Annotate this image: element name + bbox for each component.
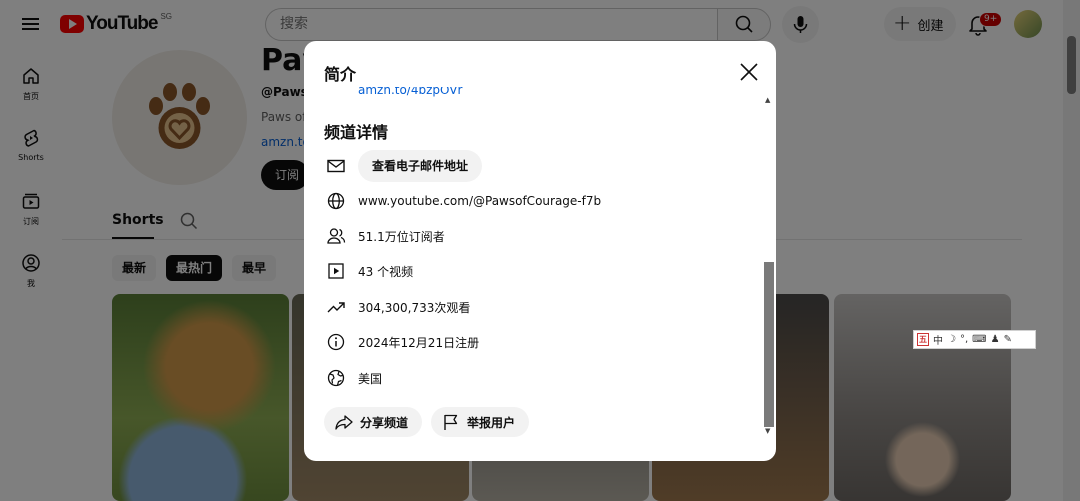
share-channel-label: 分享频道 xyxy=(360,415,409,430)
videos-row: 43 个视频 xyxy=(324,259,413,283)
dialog-scrollbar-thumb[interactable] xyxy=(764,262,774,427)
globe-icon xyxy=(324,189,348,213)
dialog-scrollbar[interactable]: ▲ ▼ xyxy=(762,96,776,451)
view-email-button[interactable]: 查看电子邮件地址 xyxy=(358,150,483,182)
channel-details-heading: 频道详情 xyxy=(324,123,389,142)
channel-url[interactable]: www.youtube.com/@PawsofCourage-f7b xyxy=(358,194,601,208)
dialog-scroll-content[interactable]: amzn.to/4bzpOVr 频道详情 查看电子邮件地址 www.youtub… xyxy=(304,87,762,457)
subscribers-row: 51.1万位订阅者 xyxy=(324,224,445,248)
report-user-button[interactable]: 举报用户 xyxy=(431,407,530,437)
moon-icon[interactable]: ☽ xyxy=(947,334,956,345)
close-button[interactable] xyxy=(738,61,760,83)
scroll-up-arrow-icon[interactable]: ▲ xyxy=(765,96,770,104)
dialog-title: 简介 xyxy=(324,65,357,84)
share-channel-button[interactable]: 分享频道 xyxy=(324,407,423,437)
trending-icon xyxy=(324,295,348,319)
flag-icon xyxy=(444,414,458,430)
country-row: 美国 xyxy=(324,366,382,390)
email-row: 查看电子邮件地址 xyxy=(324,150,483,182)
joined-date: 2024年12月21日注册 xyxy=(358,335,480,350)
share-icon xyxy=(335,415,353,430)
description-link[interactable]: amzn.to/4bzpOVr xyxy=(358,87,462,97)
ime-toolbar: 五 中 ☽ °, ⌨ ♟ ✎ xyxy=(913,330,1036,349)
country: 美国 xyxy=(358,371,383,386)
info-icon xyxy=(324,330,348,354)
views-row: 304,300,733次观看 xyxy=(324,295,470,319)
joined-row: 2024年12月21日注册 xyxy=(324,330,479,354)
video-icon xyxy=(324,259,348,283)
ime-punctuation-toggle[interactable]: °, xyxy=(960,334,968,345)
url-row: www.youtube.com/@PawsofCourage-f7b xyxy=(324,189,601,213)
close-icon xyxy=(740,63,758,81)
world-icon xyxy=(324,366,348,390)
view-count: 304,300,733次观看 xyxy=(358,300,471,315)
report-user-label: 举报用户 xyxy=(467,415,516,430)
scroll-down-arrow-icon[interactable]: ▼ xyxy=(765,427,770,435)
ime-logo-icon[interactable]: 五 xyxy=(917,333,929,346)
video-count: 43 个视频 xyxy=(358,264,414,279)
ime-mode-toggle[interactable]: 中 xyxy=(933,332,943,347)
mail-icon xyxy=(324,154,348,178)
user-icon[interactable]: ♟ xyxy=(991,334,1000,345)
keyboard-icon[interactable]: ⌨ xyxy=(972,334,986,345)
wrench-icon[interactable]: ✎ xyxy=(1004,334,1012,345)
about-dialog: 简介 amzn.to/4bzpOVr 频道详情 查看电子邮件地址 www.you… xyxy=(304,41,776,461)
subscriber-count: 51.1万位订阅者 xyxy=(358,229,445,244)
person-icon xyxy=(324,224,348,248)
